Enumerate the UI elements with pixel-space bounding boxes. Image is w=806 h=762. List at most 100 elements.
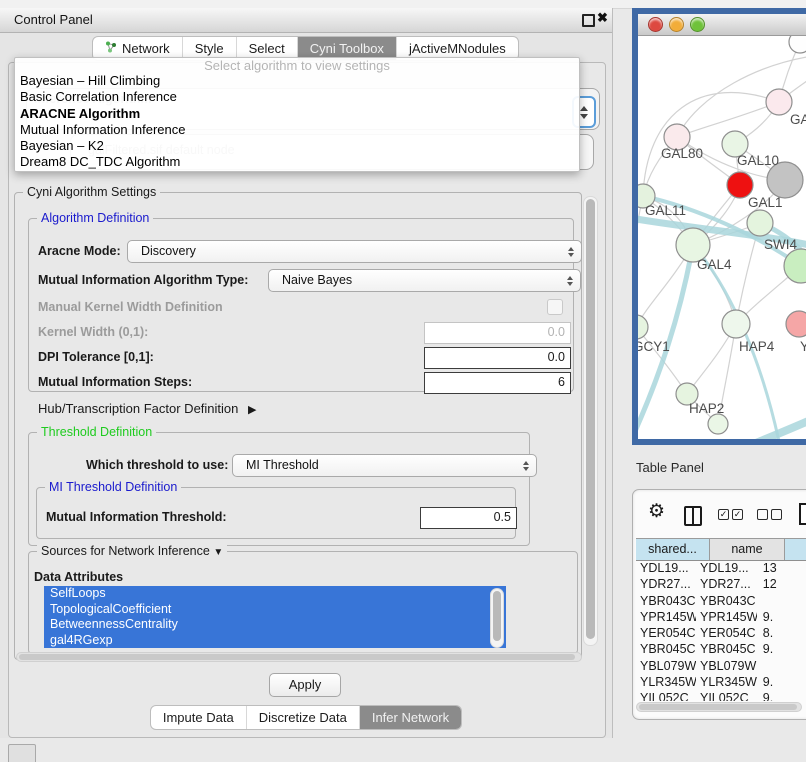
column-header-shared[interactable]: shared...: [636, 539, 710, 560]
which-threshold-value: MI Threshold: [246, 458, 319, 472]
unchecked-box-icon[interactable]: [771, 509, 782, 520]
attributes-list-scrollbar[interactable]: [490, 588, 504, 648]
network-edge: [643, 93, 779, 196]
collapsed-panel-icon[interactable]: [8, 744, 36, 762]
manual-kernel-checkbox[interactable]: [547, 299, 563, 315]
settings-horizontal-scrollbar[interactable]: [16, 652, 582, 662]
table-row[interactable]: YLR345WYLR345W9.: [636, 674, 806, 690]
table-horizontal-scrollbar[interactable]: [636, 702, 802, 712]
table-row[interactable]: YBL079WYBL079W: [636, 658, 806, 674]
gear-icon[interactable]: ⚙: [648, 502, 665, 521]
close-icon[interactable]: ✖: [597, 10, 608, 26]
table-cell: YBR045C: [636, 641, 696, 657]
mi-threshold-field[interactable]: 0.5: [420, 507, 517, 529]
network-node[interactable]: [722, 310, 750, 338]
scrollbar-thumb[interactable]: [639, 704, 797, 710]
table-cell: YDL19...: [696, 560, 757, 576]
algorithm-option-bayesian-k2[interactable]: Bayesian – K2: [15, 138, 579, 154]
panel-icon[interactable]: [799, 503, 806, 525]
table-header-row: shared...name: [636, 538, 806, 561]
data-attributes-list[interactable]: SelfLoopsTopologicalCoefficientBetweenne…: [44, 586, 506, 648]
dpi-tolerance-field[interactable]: 0.0: [424, 347, 571, 369]
column-header-extra[interactable]: [785, 539, 806, 560]
hub-definition-label: Hub/Transcription Factor Definition: [38, 401, 238, 416]
settings-vertical-scrollbar[interactable]: [583, 196, 598, 646]
which-threshold-combobox[interactable]: MI Threshold: [232, 454, 537, 477]
expanded-arrow-icon: ▼: [213, 547, 223, 558]
scrollbar-thumb[interactable]: [586, 199, 595, 639]
table-cell: YER054C: [636, 625, 696, 641]
scrollbar-thumb[interactable]: [493, 591, 501, 641]
algorithm-option-dream8-dc-tdc-algorithm[interactable]: Dream8 DC_TDC Algorithm: [15, 154, 579, 170]
mi-type-label: Mutual Information Algorithm Type:: [38, 273, 248, 287]
algorithm-dropdown-list[interactable]: Select algorithm to view settings Bayesi…: [14, 57, 580, 172]
list-item-gal4rgexp[interactable]: gal4RGexp: [44, 633, 506, 649]
tab-discretize-data[interactable]: Discretize Data: [246, 706, 359, 729]
network-node[interactable]: [789, 36, 806, 53]
column-header-name[interactable]: name: [710, 539, 785, 560]
bottom-tabs-wrap: Impute Data Discretize Data Infer Network: [0, 705, 612, 730]
minimize-window-icon[interactable]: [669, 17, 684, 32]
list-item-betweennesscentrality[interactable]: BetweennessCentrality: [44, 617, 506, 633]
table-row[interactable]: YDL19...YDL19...13: [636, 560, 806, 576]
tab-label: jActiveMNodules: [409, 41, 506, 56]
unchecked-box-icon[interactable]: [757, 509, 768, 520]
table-row[interactable]: YPR145WYPR145W9.: [636, 609, 806, 625]
mi-type-combobox[interactable]: Naive Bayes: [268, 269, 581, 292]
tab-impute-data[interactable]: Impute Data: [151, 706, 246, 729]
combobox-arrows-icon: [568, 247, 574, 257]
tab-label: Discretize Data: [259, 710, 347, 725]
table-row[interactable]: YDR27...YDR27...12: [636, 576, 806, 592]
network-canvas[interactable]: GALGAL80GAL10GAL1GAL11SWI4GAL4GCY1HAP4YH…: [638, 36, 806, 439]
algorithm-option-aracne-algorithm[interactable]: ARACNE Algorithm: [15, 106, 579, 122]
checked-box-icon[interactable]: ✓: [732, 509, 743, 520]
mi-threshold-label: Mutual Information Threshold:: [46, 510, 227, 524]
network-node[interactable]: [766, 89, 792, 115]
threshold-definition-title: Threshold Definition: [37, 425, 156, 439]
algorithm-option-bayesian-hill-climbing[interactable]: Bayesian – Hill Climbing: [15, 73, 579, 89]
network-node[interactable]: [638, 315, 648, 339]
network-graph[interactable]: GALGAL80GAL10GAL1GAL11SWI4GAL4GCY1HAP4YH…: [638, 36, 806, 439]
table-cell: YLR345W: [696, 674, 757, 690]
table-cell: [757, 593, 806, 609]
tab-label: Cyni Toolbox: [310, 41, 384, 56]
table-cell: YLR345W: [636, 674, 696, 690]
aracne-mode-combobox[interactable]: Discovery: [127, 240, 582, 263]
manual-kernel-label: Manual Kernel Width Definition: [38, 300, 223, 314]
network-window-titlebar[interactable]: [638, 14, 806, 36]
split-columns-icon[interactable]: [684, 506, 702, 526]
algorithm-definition-title: Algorithm Definition: [37, 211, 153, 225]
table-row[interactable]: YBR043CYBR043C: [636, 593, 806, 609]
table-body: YDL19...YDL19...13YDR27...YDR27...12YBR0…: [636, 560, 806, 701]
application-root: Control Panel ✖ NetworkStyleSelectCyni T…: [0, 0, 806, 762]
list-item-topologicalcoefficient[interactable]: TopologicalCoefficient: [44, 602, 506, 618]
float-panel-icon[interactable]: [582, 14, 595, 27]
table-cell: 9.: [757, 641, 806, 657]
table-row[interactable]: YBR045CYBR045C9.: [636, 641, 806, 657]
spinner-down-icon: [580, 114, 588, 119]
checked-box-icon[interactable]: ✓: [718, 509, 729, 520]
table-row[interactable]: YER054CYER054C8.: [636, 625, 806, 641]
network-node[interactable]: [747, 210, 773, 236]
spinner-up-icon: [580, 106, 588, 111]
scrollbar-thumb[interactable]: [19, 654, 575, 660]
tab-infer-network[interactable]: Infer Network: [359, 706, 461, 729]
algorithm-option-basic-correlation-inference[interactable]: Basic Correlation Inference: [15, 89, 579, 105]
algorithm-option-mutual-information-inference[interactable]: Mutual Information Inference: [15, 122, 579, 138]
mi-steps-field[interactable]: 6: [424, 372, 571, 394]
node-label-gal1: GAL1: [748, 195, 783, 210]
list-item-selfloops[interactable]: SelfLoops: [44, 586, 506, 602]
network-node[interactable]: [708, 414, 728, 434]
apply-button[interactable]: Apply: [269, 673, 341, 697]
table-cell: [757, 658, 806, 674]
close-window-icon[interactable]: [648, 17, 663, 32]
network-node[interactable]: [786, 311, 806, 337]
cyni-bottom-tabs: Impute Data Discretize Data Infer Network: [150, 705, 462, 730]
sources-group-title[interactable]: Sources for Network Inference ▼: [37, 544, 227, 558]
table-panel-title: Table Panel: [636, 460, 704, 475]
zoom-window-icon[interactable]: [690, 17, 705, 32]
hub-definition-toggle[interactable]: Hub/Transcription Factor Definition ▶: [38, 401, 256, 416]
kernel-width-field[interactable]: 0.0: [424, 322, 571, 344]
table-row[interactable]: YIL052CYIL052C9.: [636, 690, 806, 701]
table-cell: YBR043C: [696, 593, 757, 609]
